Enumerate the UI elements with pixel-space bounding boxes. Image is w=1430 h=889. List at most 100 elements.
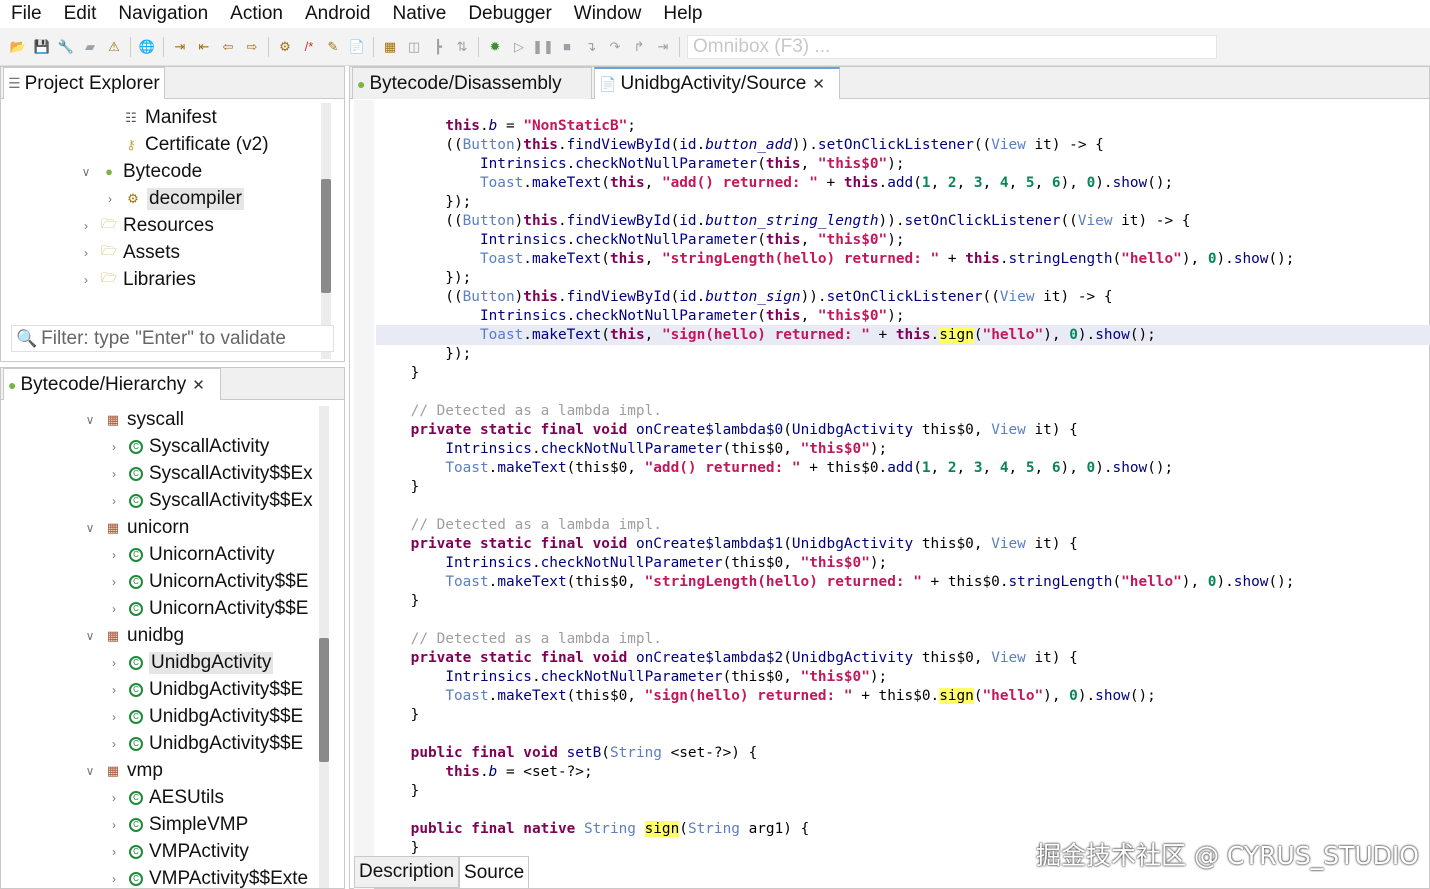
collapsed-chevron-icon[interactable]: › bbox=[107, 710, 121, 724]
collapsed-chevron-icon[interactable]: › bbox=[107, 440, 121, 454]
export-icon[interactable]: ▰ bbox=[81, 37, 100, 56]
tree-item-bytecode[interactable]: ∨ ● Bytecode bbox=[79, 158, 203, 185]
hierarchy-icon[interactable]: ┣ bbox=[429, 37, 448, 56]
close-icon[interactable]: ✕ bbox=[192, 376, 205, 394]
class-item[interactable]: › C UnidbgActivity$$E bbox=[107, 676, 303, 703]
folder-icon: 🗁 bbox=[100, 269, 118, 285]
class-item[interactable]: › C SyscallActivity$$Ex bbox=[107, 460, 313, 487]
collapsed-chevron-icon[interactable]: › bbox=[107, 872, 121, 886]
menu-navigation[interactable]: Navigation bbox=[107, 3, 219, 25]
menu-help[interactable]: Help bbox=[652, 3, 713, 25]
collapsed-chevron-icon[interactable]: › bbox=[107, 845, 121, 859]
step-over-icon[interactable]: ↷ bbox=[606, 37, 625, 56]
pause-icon[interactable]: ❚❚ bbox=[532, 37, 554, 56]
run-to-line-icon[interactable]: ⇥ bbox=[654, 37, 673, 56]
project-tree-scrollbar[interactable] bbox=[321, 103, 331, 359]
class-item[interactable]: › C VMPActivity$$Exte bbox=[107, 865, 308, 889]
step-out-icon[interactable]: ↱ bbox=[630, 37, 649, 56]
stop-icon[interactable]: ■ bbox=[558, 37, 577, 56]
class-item[interactable]: › C VMPActivity bbox=[107, 838, 249, 865]
tree-item-assets[interactable]: › 🗁 Assets bbox=[79, 239, 180, 266]
expanded-chevron-icon[interactable]: ∨ bbox=[83, 521, 97, 535]
globe-icon[interactable]: 🌐 bbox=[138, 37, 157, 56]
menu-action[interactable]: Action bbox=[219, 3, 294, 25]
rename-icon[interactable]: ✎ bbox=[324, 37, 343, 56]
menu-android[interactable]: Android bbox=[294, 3, 382, 25]
class-tree-icon[interactable]: ◫ bbox=[405, 37, 424, 56]
class-item[interactable]: › C SyscallActivity$$Ex bbox=[107, 487, 313, 514]
wrench-icon[interactable]: 🔧 bbox=[57, 37, 76, 56]
tab-project-explorer[interactable]: ☰ Project Explorer bbox=[3, 67, 165, 99]
package-icon[interactable]: ▦ bbox=[381, 37, 400, 56]
tree-item-libraries[interactable]: › 🗁 Libraries bbox=[79, 266, 196, 293]
import-icon[interactable]: ⇥ bbox=[171, 37, 190, 56]
code-token: Intrinsics bbox=[479, 156, 567, 172]
debug-icon[interactable]: ✹ bbox=[486, 37, 505, 56]
class-item[interactable]: › C UnicornActivity bbox=[107, 541, 275, 568]
expanded-chevron-icon[interactable]: ∨ bbox=[83, 629, 97, 643]
class-item[interactable]: › C SimpleVMP bbox=[107, 811, 248, 838]
comment-icon[interactable]: /* bbox=[300, 37, 319, 56]
collapsed-chevron-icon[interactable]: › bbox=[107, 737, 121, 751]
class-item[interactable]: › C UnidbgActivity bbox=[107, 649, 274, 676]
filter-input[interactable]: 🔍 Filter: type "Enter" to validate bbox=[11, 325, 334, 352]
collapsed-chevron-icon[interactable]: › bbox=[107, 548, 121, 562]
menu-file[interactable]: File bbox=[0, 3, 53, 25]
collapsed-chevron-icon[interactable]: › bbox=[103, 192, 117, 206]
save-icon[interactable]: 💾 bbox=[33, 37, 52, 56]
back-icon[interactable]: ⇦ bbox=[219, 37, 238, 56]
expanded-chevron-icon[interactable]: ∨ bbox=[83, 413, 97, 427]
scrollbar-thumb[interactable] bbox=[321, 179, 331, 293]
collapsed-chevron-icon[interactable]: › bbox=[79, 219, 93, 233]
menu-debugger[interactable]: Debugger bbox=[457, 3, 562, 25]
expanded-chevron-icon[interactable]: ∨ bbox=[83, 764, 97, 778]
class-item[interactable]: › C AESUtils bbox=[107, 784, 224, 811]
omnibox-input[interactable]: Omnibox (F3) ... bbox=[687, 35, 1217, 59]
collapsed-chevron-icon[interactable]: › bbox=[107, 656, 121, 670]
export-arrow-icon[interactable]: ⇤ bbox=[195, 37, 214, 56]
run-icon[interactable]: ▷ bbox=[510, 37, 529, 56]
tree-item-decompiler[interactable]: › ⚙ decompiler bbox=[103, 185, 244, 212]
tab-bytecode-disassembly[interactable]: ● Bytecode/Disassembly bbox=[352, 67, 592, 99]
package-item[interactable]: ∨ ▦ unidbg bbox=[83, 622, 184, 649]
open-folder-icon[interactable]: 📂 bbox=[9, 37, 28, 56]
collapsed-chevron-icon[interactable]: › bbox=[107, 575, 121, 589]
menu-window[interactable]: Window bbox=[563, 3, 653, 25]
collapsed-chevron-icon[interactable]: › bbox=[107, 602, 121, 616]
class-item[interactable]: › C SyscallActivity bbox=[107, 433, 269, 460]
document-icon[interactable]: 📄 bbox=[348, 37, 367, 56]
close-icon[interactable]: ✕ bbox=[812, 75, 825, 93]
package-item[interactable]: ∨ ▦ syscall bbox=[83, 406, 184, 433]
tab-unidbgactivity-source[interactable]: 📄 UnidbgActivity/Source ✕ bbox=[594, 67, 840, 99]
collapsed-chevron-icon[interactable]: › bbox=[107, 494, 121, 508]
xref-icon[interactable]: ⇅ bbox=[453, 37, 472, 56]
class-item[interactable]: › C UnicornActivity$$E bbox=[107, 595, 308, 622]
tab-bytecode-hierarchy[interactable]: ● Bytecode/Hierarchy ✕ bbox=[3, 368, 221, 400]
tab-description[interactable]: Description bbox=[354, 856, 460, 888]
menu-edit[interactable]: Edit bbox=[53, 3, 108, 25]
forward-icon[interactable]: ⇨ bbox=[243, 37, 262, 56]
collapsed-chevron-icon[interactable]: › bbox=[107, 683, 121, 697]
decompile-icon[interactable]: ⚙ bbox=[276, 37, 295, 56]
hierarchy-scrollbar[interactable] bbox=[319, 406, 329, 888]
collapsed-chevron-icon[interactable]: › bbox=[107, 791, 121, 805]
collapsed-chevron-icon[interactable]: › bbox=[107, 467, 121, 481]
tab-source[interactable]: Source bbox=[459, 856, 530, 888]
warning-icon[interactable]: ⚠ bbox=[105, 37, 124, 56]
collapsed-chevron-icon[interactable]: › bbox=[79, 246, 93, 260]
scrollbar-thumb[interactable] bbox=[319, 638, 329, 762]
menu-native[interactable]: Native bbox=[381, 3, 457, 25]
source-code-view[interactable]: this.b = "NonStaticB"; ((Button)this.fin… bbox=[354, 100, 1430, 889]
tree-item-certificate-v2-[interactable]: ⚷ Certificate (v2) bbox=[101, 131, 268, 158]
package-item[interactable]: ∨ ▦ unicorn bbox=[83, 514, 190, 541]
step-into-icon[interactable]: ↴ bbox=[582, 37, 601, 56]
expanded-chevron-icon[interactable]: ∨ bbox=[79, 165, 93, 179]
collapsed-chevron-icon[interactable]: › bbox=[107, 818, 121, 832]
class-item[interactable]: › C UnidbgActivity$$E bbox=[107, 703, 303, 730]
package-item[interactable]: ∨ ▦ vmp bbox=[83, 757, 163, 784]
class-item[interactable]: › C UnidbgActivity$$E bbox=[107, 730, 303, 757]
collapsed-chevron-icon[interactable]: › bbox=[79, 273, 93, 287]
class-item[interactable]: › C UnicornActivity$$E bbox=[107, 568, 308, 595]
tree-item-resources[interactable]: › 🗁 Resources bbox=[79, 212, 214, 239]
tree-item-manifest[interactable]: ☷ Manifest bbox=[101, 104, 217, 131]
